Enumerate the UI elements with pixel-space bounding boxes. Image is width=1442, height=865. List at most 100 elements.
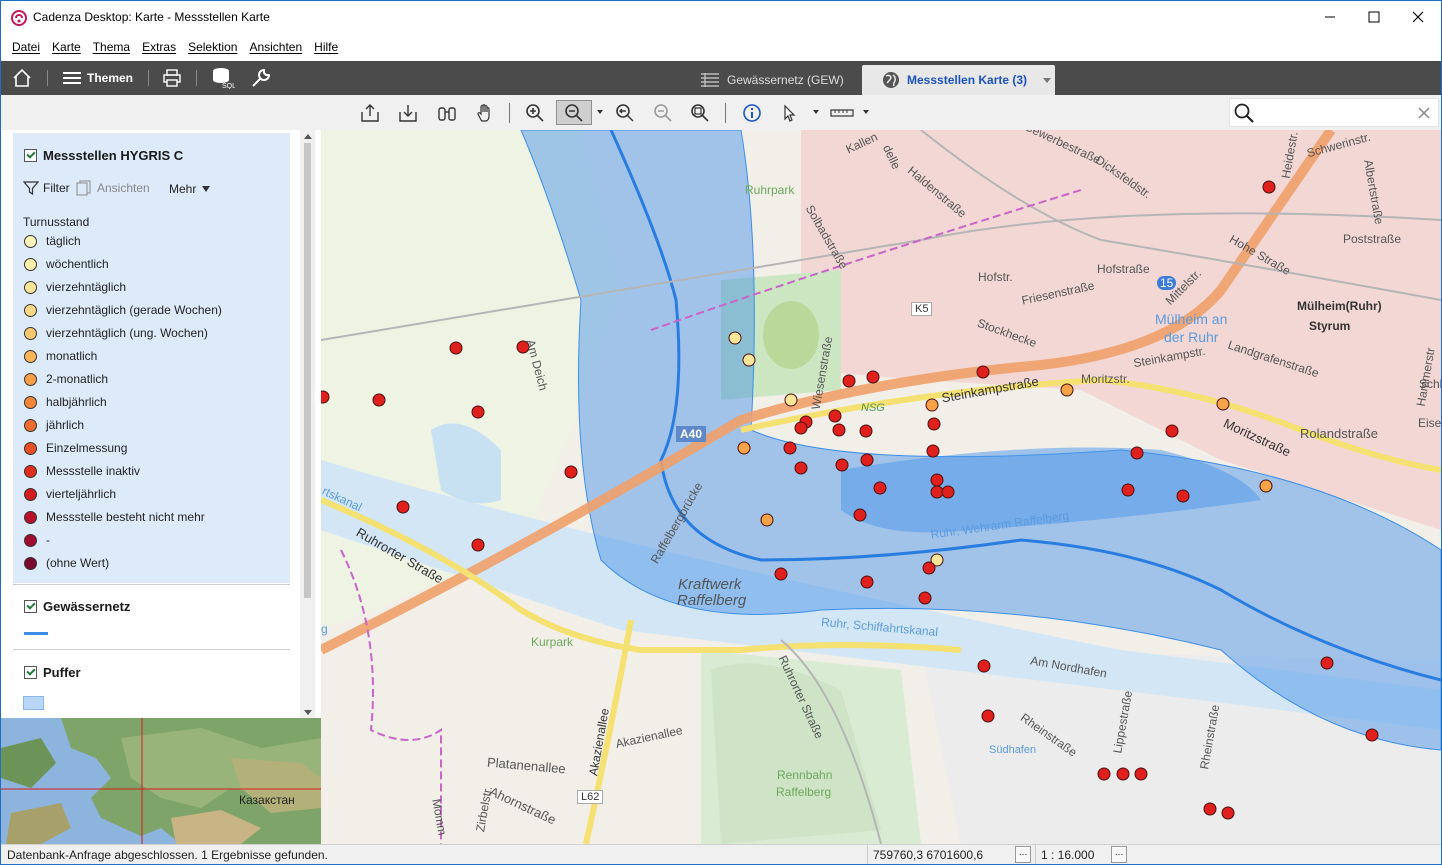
measuring-point[interactable] [866,370,880,384]
measuring-point[interactable] [922,561,936,575]
tab-gewaessernetz[interactable]: Gewässernetz (GEW) [691,65,860,95]
scroll-up-icon[interactable] [304,134,312,139]
measuring-point[interactable] [783,441,797,455]
menu-selektion[interactable]: Selektion [188,40,237,54]
measuring-point[interactable] [396,500,410,514]
zoom-in-button[interactable] [522,100,548,125]
measuring-point[interactable] [835,458,849,472]
zoom-back-button[interactable] [612,100,638,125]
filter-button[interactable]: Filter [23,180,70,196]
zoom-out-button[interactable] [556,100,592,125]
zoom-full-button[interactable] [687,100,713,125]
measuring-point[interactable] [564,465,578,479]
menu-datei[interactable]: Datei [12,40,40,54]
layer-messstellen-checkbox[interactable] [24,149,37,162]
select-dropdown-icon[interactable] [813,110,819,114]
menu-hilfe[interactable]: Hilfe [314,40,338,54]
measuring-point[interactable] [372,393,386,407]
measuring-point[interactable] [760,513,774,527]
measuring-point[interactable] [860,453,874,467]
measuring-point[interactable] [927,417,941,431]
measuring-point[interactable] [471,538,485,552]
measuring-point[interactable] [1259,479,1273,493]
measuring-point[interactable] [1097,767,1111,781]
home-button[interactable] [11,67,33,89]
measuring-point[interactable] [449,341,463,355]
measuring-point[interactable] [784,393,798,407]
search-input[interactable] [1260,103,1410,123]
measuring-point[interactable] [1262,180,1276,194]
measuring-point[interactable] [842,374,856,388]
measuring-point[interactable] [873,481,887,495]
menu-thema[interactable]: Thema [93,40,130,54]
print-button[interactable] [162,67,182,89]
measuring-point[interactable] [1130,446,1144,460]
measuring-point[interactable] [930,485,944,499]
measuring-point[interactable] [1165,424,1179,438]
tab-messstellen-karte[interactable]: Messstellen Karte (3) [862,65,1055,95]
measuring-point[interactable] [1121,483,1135,497]
measuring-point[interactable] [1320,656,1334,670]
measuring-point[interactable] [321,390,330,404]
minimize-button[interactable] [1307,1,1353,33]
measuring-point[interactable] [981,709,995,723]
measuring-point[interactable] [976,365,990,379]
measuring-point[interactable] [1221,806,1235,820]
import-button[interactable] [396,100,422,125]
measuring-point[interactable] [1176,489,1190,503]
measuring-point[interactable] [930,473,944,487]
tools-button[interactable] [250,67,272,89]
maximize-button[interactable] [1351,1,1397,33]
scale-options-button[interactable]: ... [1111,846,1127,863]
measuring-point[interactable] [860,575,874,589]
themen-button[interactable]: Themen [63,67,133,89]
sql-button[interactable]: SQL [211,67,235,89]
tab-dropdown-icon[interactable] [1043,78,1051,83]
measuring-point[interactable] [941,485,955,499]
measure-dropdown-icon[interactable] [863,110,869,114]
measuring-point[interactable] [853,508,867,522]
measuring-point[interactable] [742,353,756,367]
layer-puffer-checkbox[interactable] [24,666,37,679]
measuring-point[interactable] [1060,383,1074,397]
measuring-point[interactable] [832,423,846,437]
export-button[interactable] [358,100,384,125]
measuring-point[interactable] [925,398,939,412]
close-button[interactable] [1395,1,1441,33]
measuring-point[interactable] [918,591,932,605]
measuring-point[interactable] [828,409,842,423]
coords-options-button[interactable]: ... [1015,846,1031,863]
menu-extras[interactable]: Extras [142,40,176,54]
measuring-point[interactable] [774,567,788,581]
layer-gewaessernetz-checkbox[interactable] [24,600,37,613]
scroll-down-icon[interactable] [304,710,312,715]
measuring-point[interactable] [859,424,873,438]
overview-map[interactable]: Казакстан [1,718,321,844]
measuring-point[interactable] [1203,802,1217,816]
binoculars-button[interactable] [434,100,460,125]
clear-search-icon[interactable] [1418,107,1430,119]
measuring-point[interactable] [926,444,940,458]
info-button[interactable] [739,100,765,125]
map-canvas[interactable] [321,130,1441,844]
measuring-point[interactable] [1216,397,1230,411]
measuring-point[interactable] [471,405,485,419]
select-button[interactable] [777,100,803,125]
zoom-out-dropdown-icon[interactable] [597,110,603,114]
measuring-point[interactable] [737,441,751,455]
pan-button[interactable] [472,100,498,125]
measuring-point[interactable] [1134,767,1148,781]
ansichten-button[interactable]: Ansichten [76,180,150,196]
measuring-point[interactable] [794,421,808,435]
map-search-box[interactable] [1229,98,1439,127]
mehr-button[interactable]: Mehr [169,182,211,196]
measure-button[interactable] [829,100,855,125]
layer-panel-scroll-thumb[interactable] [304,143,311,598]
main-map[interactable]: Ruhrpark Solbadstraße Kallen delle Halde… [321,130,1441,844]
measuring-point[interactable] [728,331,742,345]
measuring-point[interactable] [794,461,808,475]
menu-ansichten[interactable]: Ansichten [249,40,302,54]
zoom-forward-button[interactable] [650,100,676,125]
measuring-point[interactable] [1365,728,1379,742]
measuring-point[interactable] [1116,767,1130,781]
